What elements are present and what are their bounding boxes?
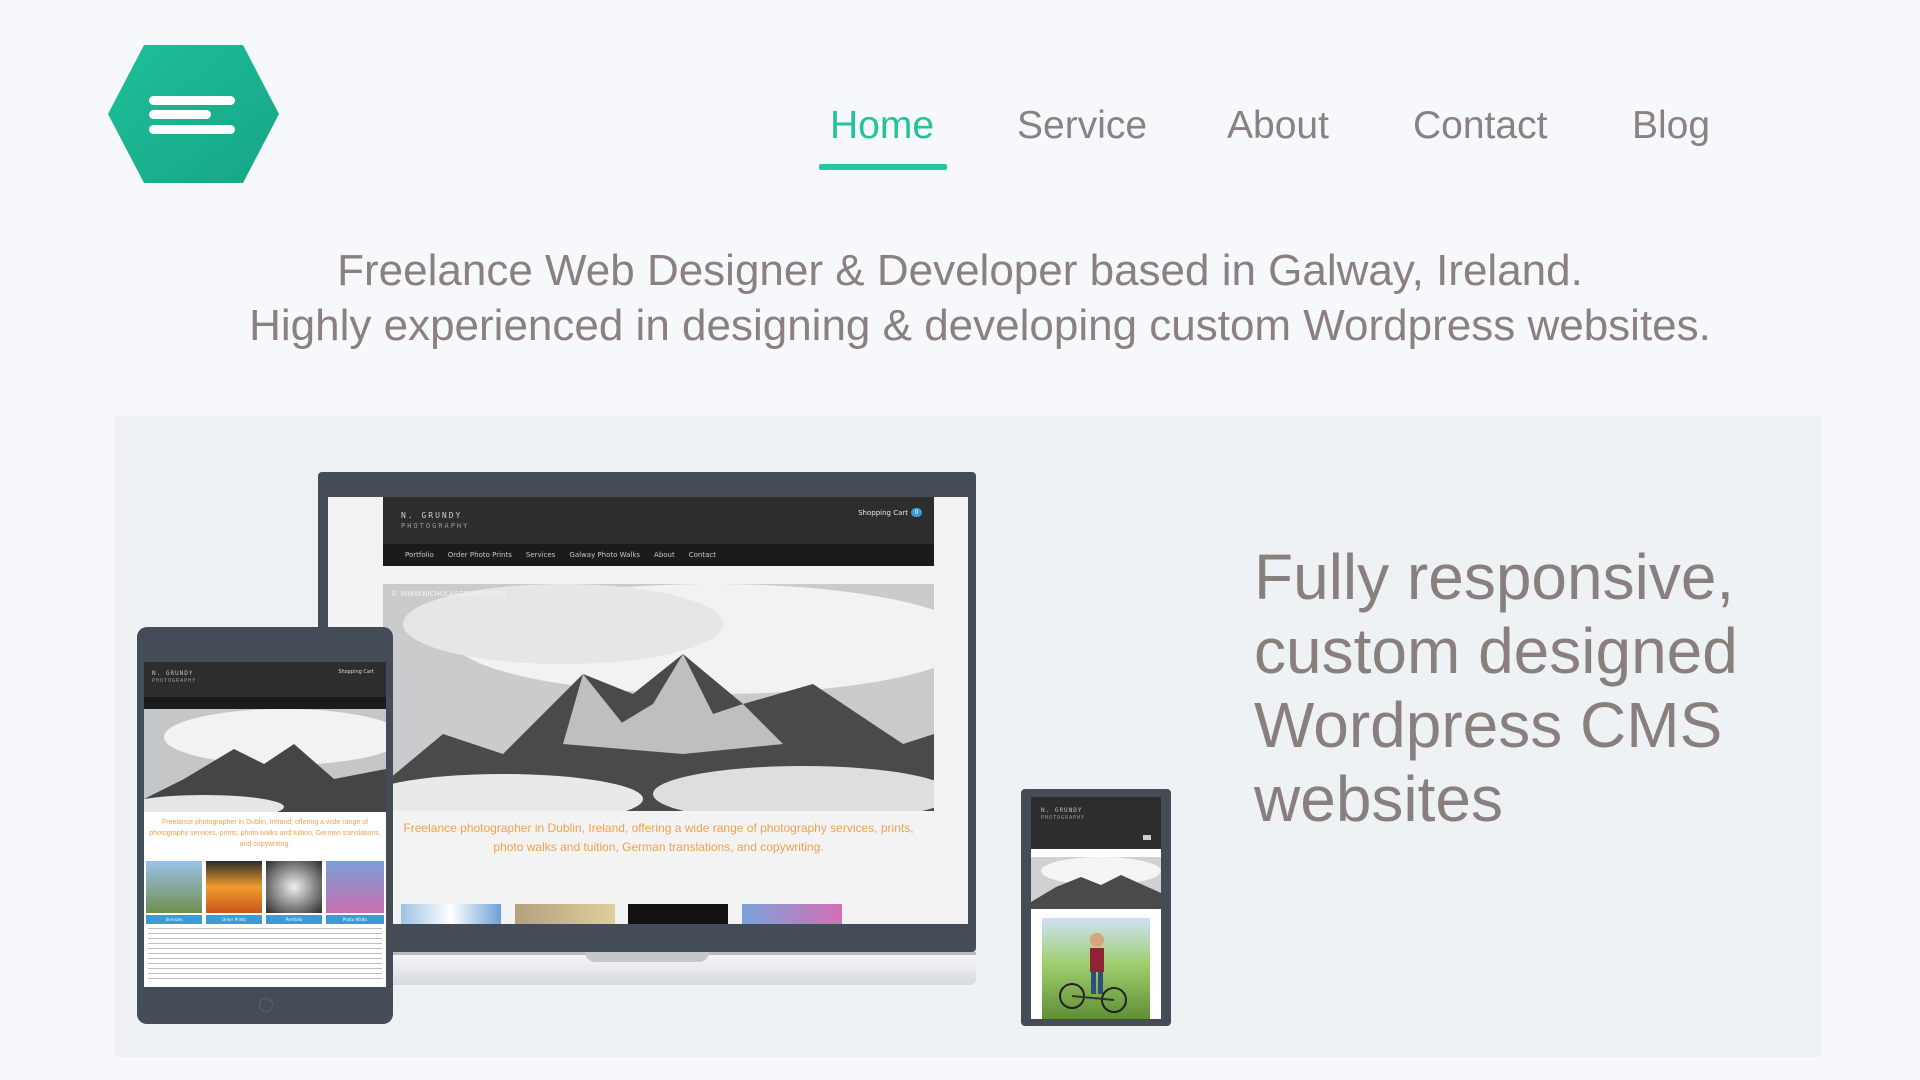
intro-text: Freelance Web Designer & Developer based…: [0, 243, 1920, 353]
headline-line-1: Fully responsive,: [1254, 541, 1735, 613]
mock-tagline: Freelance photographer in Dublin, Irelan…: [403, 821, 914, 854]
mock-thumb-1: [401, 904, 501, 924]
mock-nav-item: About: [654, 551, 675, 559]
tablet-nav-bar: [144, 697, 386, 709]
tablet-tile-label: Services: [146, 915, 202, 924]
headline-line-2: custom designed: [1254, 615, 1738, 687]
tablet-tile-labels: Services Order Prints Portfolio Photo Wa…: [144, 915, 386, 924]
headline-line-4: websites: [1254, 763, 1503, 835]
tablet-cart-label: Shopping Cart: [338, 669, 374, 675]
phone-photo-cyclist: [1042, 918, 1150, 1019]
laptop-notch: [585, 952, 709, 962]
tablet-thumb-3: [266, 861, 322, 913]
mock-site-nav: Portfolio Order Photo Prints Services Galwa…: [383, 544, 934, 566]
tablet-thumb-1: [146, 861, 202, 913]
laptop-mockup: N. GRUNDY PHOTOGRAPHY Shopping Cart 0 Po…: [318, 472, 976, 952]
phone-mockup: N. GRUNDY PHOTOGRAPHY: [1021, 789, 1171, 1026]
phone-site-header: N. GRUNDY PHOTOGRAPHY: [1031, 797, 1161, 849]
tablet-thumb-2: [206, 861, 262, 913]
main-nav: Home Service About Contact Blog: [0, 104, 1920, 174]
tablet-body-text-placeholder: [148, 928, 382, 983]
tablet-tile-label: Portfolio: [266, 915, 322, 924]
mock-thumb-4: [742, 904, 842, 924]
nav-active-underline: [819, 164, 947, 170]
intro-line-2: Highly experienced in designing & develo…: [249, 301, 1711, 350]
feature-headline: Fully responsive, custom designed Wordpr…: [1254, 540, 1814, 836]
intro-line-1: Freelance Web Designer & Developer based…: [337, 246, 1583, 295]
nav-home[interactable]: Home: [830, 104, 934, 148]
phone-brand-line-1: N. GRUNDY: [1041, 807, 1083, 814]
tablet-tile-label: Order Prints: [206, 915, 262, 924]
mock-cart-count: 0: [911, 508, 922, 517]
tablet-thumb-4: [326, 861, 384, 913]
tablet-screen: N. GRUNDY PHOTOGRAPHY Shopping Cart Free…: [144, 662, 386, 987]
tablet-brand-line-1: N. GRUNDY: [152, 670, 194, 677]
tablet-hero-mountain-image: [144, 709, 386, 819]
tablet-tile-label: Photo Walks: [326, 915, 384, 924]
tablet-home-button: [259, 998, 273, 1012]
tablet-site-header: N. GRUNDY PHOTOGRAPHY Shopping Cart: [144, 662, 386, 697]
laptop-screen: N. GRUNDY PHOTOGRAPHY Shopping Cart 0 Po…: [328, 497, 968, 924]
mock-hero-mountain-image: © WWW.NICHOLASGRUNDY.COM: [383, 584, 934, 811]
phone-hero-mountain-image: [1031, 857, 1161, 909]
mock-site-header: N. GRUNDY PHOTOGRAPHY Shopping Cart 0: [383, 497, 934, 544]
mock-thumb-3: [628, 904, 728, 924]
nav-about[interactable]: About: [1227, 104, 1329, 148]
nav-service[interactable]: Service: [1017, 104, 1147, 148]
mock-watermark: © WWW.NICHOLASGRUNDY.COM: [391, 590, 506, 598]
tablet-thumb-row: [144, 861, 386, 916]
mock-nav-item: Contact: [688, 551, 716, 559]
mock-nav-item: Galway Photo Walks: [569, 551, 641, 559]
phone-brand-line-2: PHOTOGRAPHY: [1041, 815, 1086, 821]
mock-brand-line-2: PHOTOGRAPHY: [401, 522, 470, 530]
tablet-mockup: N. GRUNDY PHOTOGRAPHY Shopping Cart Free…: [137, 627, 393, 1024]
nav-blog[interactable]: Blog: [1632, 104, 1710, 148]
phone-menu-icon: [1143, 835, 1151, 840]
mock-nav-item: Portfolio: [405, 551, 434, 559]
tablet-tagline: Freelance photographer in Dublin, Irelan…: [149, 819, 381, 848]
mock-thumb-2: [515, 904, 615, 924]
mock-cart-label: Shopping Cart: [858, 509, 908, 517]
headline-line-3: Wordpress CMS: [1254, 689, 1723, 761]
phone-screen: N. GRUNDY PHOTOGRAPHY: [1031, 797, 1161, 1019]
mock-nav-item: Services: [525, 551, 556, 559]
mock-nav-item: Order Photo Prints: [447, 551, 512, 559]
mock-brand-line-1: N. GRUNDY: [401, 511, 463, 520]
nav-contact[interactable]: Contact: [1413, 104, 1547, 148]
tablet-brand-line-2: PHOTOGRAPHY: [152, 678, 197, 684]
